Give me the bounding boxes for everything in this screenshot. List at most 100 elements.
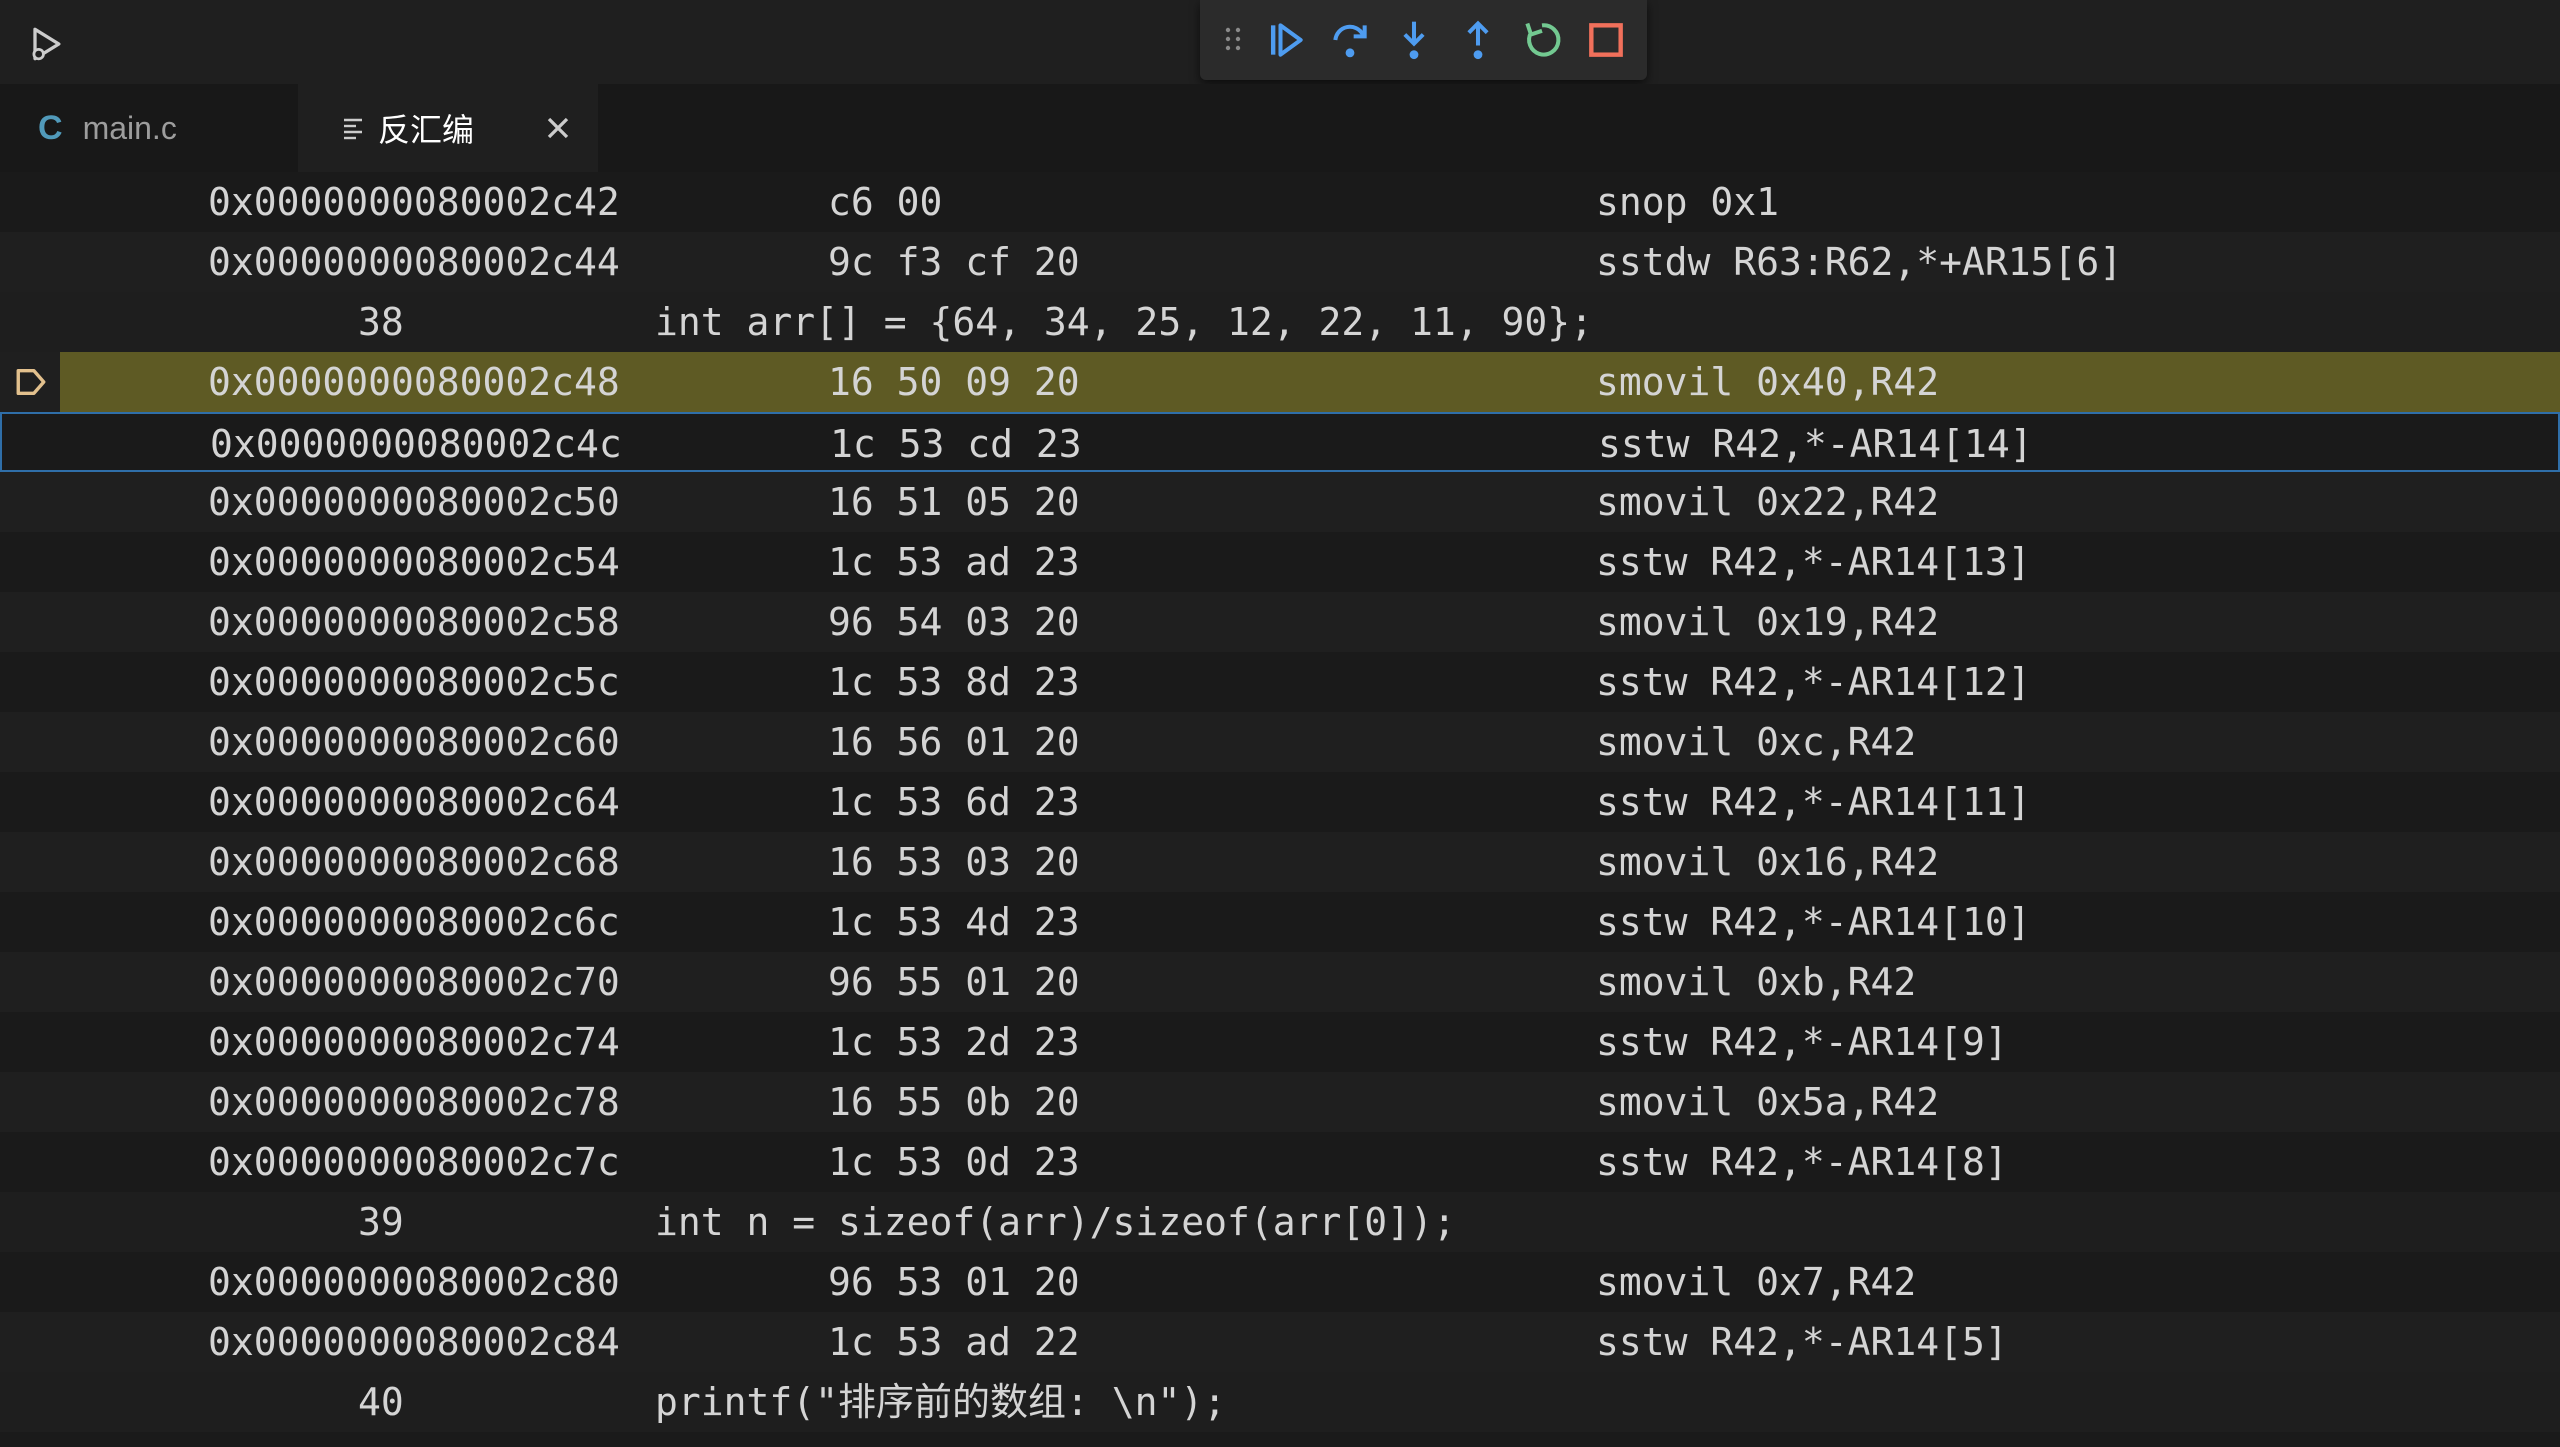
- title-bar: [0, 0, 2560, 84]
- instruction-text: sstw R42,*-AR14[10]: [1596, 900, 2031, 944]
- disassembly-row[interactable]: 0x0000000080002c44 9c f3 cf 20 sstdw R63:R…: [0, 232, 2560, 292]
- tab-label: 反汇编: [378, 112, 475, 148]
- instruction-address: 0x0000000080002c7c: [208, 1140, 620, 1184]
- instruction-bytes: 1c 53 ad 22: [828, 1320, 1080, 1364]
- disassembly-row[interactable]: 0x0000000080002c5c 1c 53 8d 23 sstw R42,*-…: [0, 652, 2560, 712]
- instruction-text: sstw R42,*-AR14[11]: [1596, 780, 2031, 824]
- instruction-bytes: c6 00: [828, 180, 943, 224]
- instruction-address: 0x0000000080002c68: [208, 840, 620, 884]
- disassembly-row[interactable]: 0x0000000080002c54 1c 53 ad 23 sstw R42,*-…: [0, 532, 2560, 592]
- disassembly-row[interactable]: 0x0000000080002c7c 1c 53 0d 23 sstw R42,*-…: [0, 1132, 2560, 1192]
- drag-grip-icon[interactable]: [1224, 26, 1242, 52]
- step-into-icon[interactable]: [1392, 18, 1436, 62]
- tab-label: main.c: [82, 109, 177, 146]
- instruction-text: smovil 0x5a,R42: [1596, 1080, 1940, 1124]
- instruction-address: 0x0000000080002c54: [208, 540, 620, 584]
- instruction-address: 0x0000000080002c60: [208, 720, 620, 764]
- instruction-address: 0x0000000080002c5c: [208, 660, 620, 704]
- disassembly-row[interactable]: 0x0000000080002c60 16 56 01 20 smovil 0xc,…: [0, 712, 2560, 772]
- instruction-text: smovil 0x19,R42: [1596, 600, 1940, 644]
- instruction-bytes: 1c 53 4d 23: [828, 900, 1080, 944]
- instruction-address: 0x0000000080002c58: [208, 600, 620, 644]
- instruction-text: sstw R42,*-AR14[5]: [1596, 1320, 2008, 1364]
- disassembly-row[interactable]: 0x0000000080002c64 1c 53 6d 23 sstw R42,*-…: [0, 772, 2560, 832]
- instruction-text: sstw R42,*-AR14[13]: [1596, 540, 2031, 584]
- instruction-bytes: 16 56 01 20: [828, 720, 1080, 764]
- disassembly-row[interactable]: 0x0000000080002c50 16 51 05 20 smovil 0x22…: [0, 472, 2560, 532]
- instruction-text: smovil 0x22,R42: [1596, 480, 1940, 524]
- instruction-address: 0x0000000080002c78: [208, 1080, 620, 1124]
- instruction-bytes: 1c 53 cd 23: [830, 422, 1082, 466]
- instruction-bytes: 1c 53 ad 23: [828, 540, 1080, 584]
- tab-disassembly[interactable]: 反汇编: [298, 84, 598, 172]
- c-file-icon: C: [38, 108, 63, 147]
- instruction-text: sstw R42,*-AR14[12]: [1596, 660, 2031, 704]
- disassembly-row[interactable]: 0x0000000080002c78 16 55 0b 20 smovil 0x5a…: [0, 1072, 2560, 1132]
- source-line-row[interactable]: 39 int n = sizeof(arr)/sizeof(arr[0]);: [0, 1192, 2560, 1252]
- source-code: int arr[] = {64, 34, 25, 12, 22, 11, 90}…: [655, 300, 1593, 344]
- instruction-address: 0x0000000080002c50: [208, 480, 620, 524]
- tab-main-c[interactable]: C main.c: [0, 84, 298, 172]
- instruction-bytes: 1c 53 8d 23: [828, 660, 1080, 704]
- instruction-text: sstw R42,*-AR14[8]: [1596, 1140, 2008, 1184]
- restart-icon[interactable]: [1520, 18, 1564, 62]
- close-icon[interactable]: [540, 110, 576, 146]
- disassembly-row[interactable]: 0x0000000080002c70 96 55 01 20 smovil 0xb,…: [0, 952, 2560, 1012]
- source-line-number: 39: [358, 1200, 404, 1244]
- instruction-text: smovil 0x7,R42: [1596, 1260, 1917, 1304]
- disassembly-row[interactable]: 0x0000000080002c58 96 54 03 20 smovil 0x19…: [0, 592, 2560, 652]
- step-over-icon[interactable]: [1328, 18, 1372, 62]
- instruction-text: snop 0x1: [1596, 180, 1780, 224]
- disassembly-view[interactable]: 0x0000000080002c42 c6 00 snop 0x1 0x0000000…: [0, 172, 2560, 1447]
- instruction-text: smovil 0xb,R42: [1596, 960, 1917, 1004]
- instruction-bytes: 16 55 0b 20: [828, 1080, 1080, 1124]
- instruction-address: 0x0000000080002c70: [208, 960, 620, 1004]
- step-out-icon[interactable]: [1456, 18, 1500, 62]
- instruction-address: 0x0000000080002c48: [208, 360, 620, 404]
- disassembly-row[interactable]: 0x0000000080002c68 16 53 03 20 smovil 0x16…: [0, 832, 2560, 892]
- instruction-address: 0x0000000080002c6c: [208, 900, 620, 944]
- instruction-pointer-icon: [16, 368, 46, 396]
- disassembly-row[interactable]: 0x0000000080002c4c 1c 53 cd 23 sstw R42,*-…: [0, 412, 2560, 472]
- instruction-text: smovil 0xc,R42: [1596, 720, 1917, 764]
- continue-icon[interactable]: [1264, 18, 1308, 62]
- disassembly-row[interactable]: 0x0000000080002c80 96 53 01 20 smovil 0x7,…: [0, 1252, 2560, 1312]
- debug-toolbar: [1200, 0, 1647, 80]
- instruction-text: sstw R42,*-AR14[9]: [1596, 1020, 2008, 1064]
- instruction-bytes: 9c f3 cf 20: [828, 240, 1080, 284]
- stop-icon[interactable]: [1584, 18, 1628, 62]
- tab-bar: C main.c 反汇编: [0, 84, 2560, 172]
- source-line-number: 40: [358, 1380, 404, 1424]
- instruction-address: 0x0000000080002c80: [208, 1260, 620, 1304]
- disassembly-row[interactable]: 0x0000000080002c6c 1c 53 4d 23 sstw R42,*-…: [0, 892, 2560, 952]
- source-line-row[interactable]: 38 int arr[] = {64, 34, 25, 12, 22, 11, 9…: [0, 292, 2560, 352]
- run-and-debug-icon[interactable]: [24, 22, 68, 66]
- instruction-address: 0x0000000080002c84: [208, 1320, 620, 1364]
- instruction-bytes: 1c 53 6d 23: [828, 780, 1080, 824]
- instruction-text: sstw R42,*-AR14[14]: [1598, 422, 2033, 466]
- instruction-text: smovil 0x40,R42: [1596, 360, 1940, 404]
- instruction-bytes: 96 53 01 20: [828, 1260, 1080, 1304]
- instruction-bytes: 96 55 01 20: [828, 960, 1080, 1004]
- lines-icon: [344, 118, 362, 140]
- source-line-number: 38: [358, 300, 404, 344]
- instruction-bytes: 1c 53 0d 23: [828, 1140, 1080, 1184]
- instruction-address: 0x0000000080002c64: [208, 780, 620, 824]
- disassembly-row[interactable]: 0x0000000080002c84 1c 53 ad 22 sstw R42,*-…: [0, 1312, 2560, 1372]
- instruction-address: 0x0000000080002c74: [208, 1020, 620, 1064]
- disassembly-row[interactable]: 0x0000000080002c42 c6 00 snop 0x1: [0, 172, 2560, 232]
- instruction-address: 0x0000000080002c4c: [210, 422, 622, 466]
- instruction-bytes: 1c 53 2d 23: [828, 1020, 1080, 1064]
- instruction-bytes: 96 54 03 20: [828, 600, 1080, 644]
- instruction-bytes: 16 53 03 20: [828, 840, 1080, 884]
- disassembly-row[interactable]: 0x0000000080002c74 1c 53 2d 23 sstw R42,*-…: [0, 1012, 2560, 1072]
- disassembly-row[interactable]: 0x0000000080002c48 16 50 09 20 smovil 0x40…: [0, 352, 2560, 412]
- instruction-address: 0x0000000080002c42: [208, 180, 620, 224]
- instruction-address: 0x0000000080002c44: [208, 240, 620, 284]
- instruction-bytes: 16 50 09 20: [828, 360, 1080, 404]
- source-code: int n = sizeof(arr)/sizeof(arr[0]);: [655, 1200, 1456, 1244]
- source-line-row[interactable]: 40 printf("排序前的数组: \n");: [0, 1372, 2560, 1432]
- instruction-bytes: 16 51 05 20: [828, 480, 1080, 524]
- source-code: printf("排序前的数组: \n");: [655, 1380, 1227, 1424]
- instruction-text: sstdw R63:R62,*+AR15[6]: [1596, 240, 2123, 284]
